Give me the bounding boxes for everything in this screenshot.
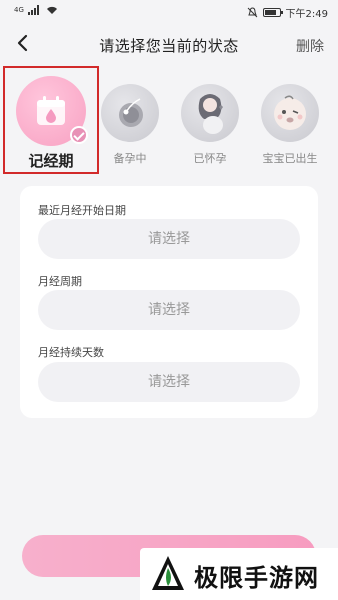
period-form-card: 最近月经开始日期 请选择 月经周期 请选择 月经持续天数 请选择 xyxy=(20,186,318,418)
status-bar: 4G 下午2:49 xyxy=(0,0,338,24)
picker-cycle-length[interactable]: 请选择 xyxy=(38,290,300,330)
mute-icon xyxy=(247,7,257,18)
delete-button[interactable]: 删除 xyxy=(296,36,324,56)
watermark-text: 极限手游网 xyxy=(194,564,319,592)
status-option-icon-circle xyxy=(101,84,159,142)
status-option-label: 宝宝已出生 xyxy=(262,152,318,165)
status-options: 记经期 备孕中 已怀孕 宝宝已出生 xyxy=(0,70,338,176)
status-option-period[interactable]: 记经期 xyxy=(11,70,91,171)
status-option-icon-circle xyxy=(261,84,319,142)
page-title: 请选择您当前的状态 xyxy=(99,37,239,55)
battery-icon xyxy=(262,8,283,17)
status-option-baby-born[interactable]: 宝宝已出生 xyxy=(250,70,330,166)
header: 请选择您当前的状态 删除 xyxy=(0,28,338,60)
status-option-preparing[interactable]: 备孕中 xyxy=(90,70,170,166)
field-label-cycle-length: 月经周期 xyxy=(38,275,82,288)
field-label-period-duration: 月经持续天数 xyxy=(38,346,104,359)
watermark: 极限手游网 xyxy=(140,548,338,600)
status-option-icon-circle xyxy=(181,84,239,142)
picker-period-duration[interactable]: 请选择 xyxy=(38,362,300,402)
check-icon xyxy=(70,126,88,144)
wifi-icon xyxy=(46,6,57,14)
watermark-logo-icon xyxy=(152,556,184,590)
status-option-label: 已怀孕 xyxy=(193,152,227,165)
field-label-last-period-start: 最近月经开始日期 xyxy=(38,204,126,217)
clock: 下午2:49 xyxy=(285,9,328,20)
baby-face-icon xyxy=(274,95,306,130)
network-type: 4G xyxy=(14,6,24,14)
status-option-icon-circle xyxy=(16,76,88,146)
pregnant-woman-icon xyxy=(198,94,223,134)
signal-icon xyxy=(27,5,42,15)
calendar-drop-icon xyxy=(37,96,65,125)
picker-last-period-start[interactable]: 请选择 xyxy=(38,219,300,259)
sperm-egg-icon xyxy=(119,98,143,127)
status-option-label: 记经期 xyxy=(28,152,74,170)
status-option-pregnant[interactable]: 已怀孕 xyxy=(170,70,250,166)
status-option-label: 备孕中 xyxy=(113,152,147,165)
